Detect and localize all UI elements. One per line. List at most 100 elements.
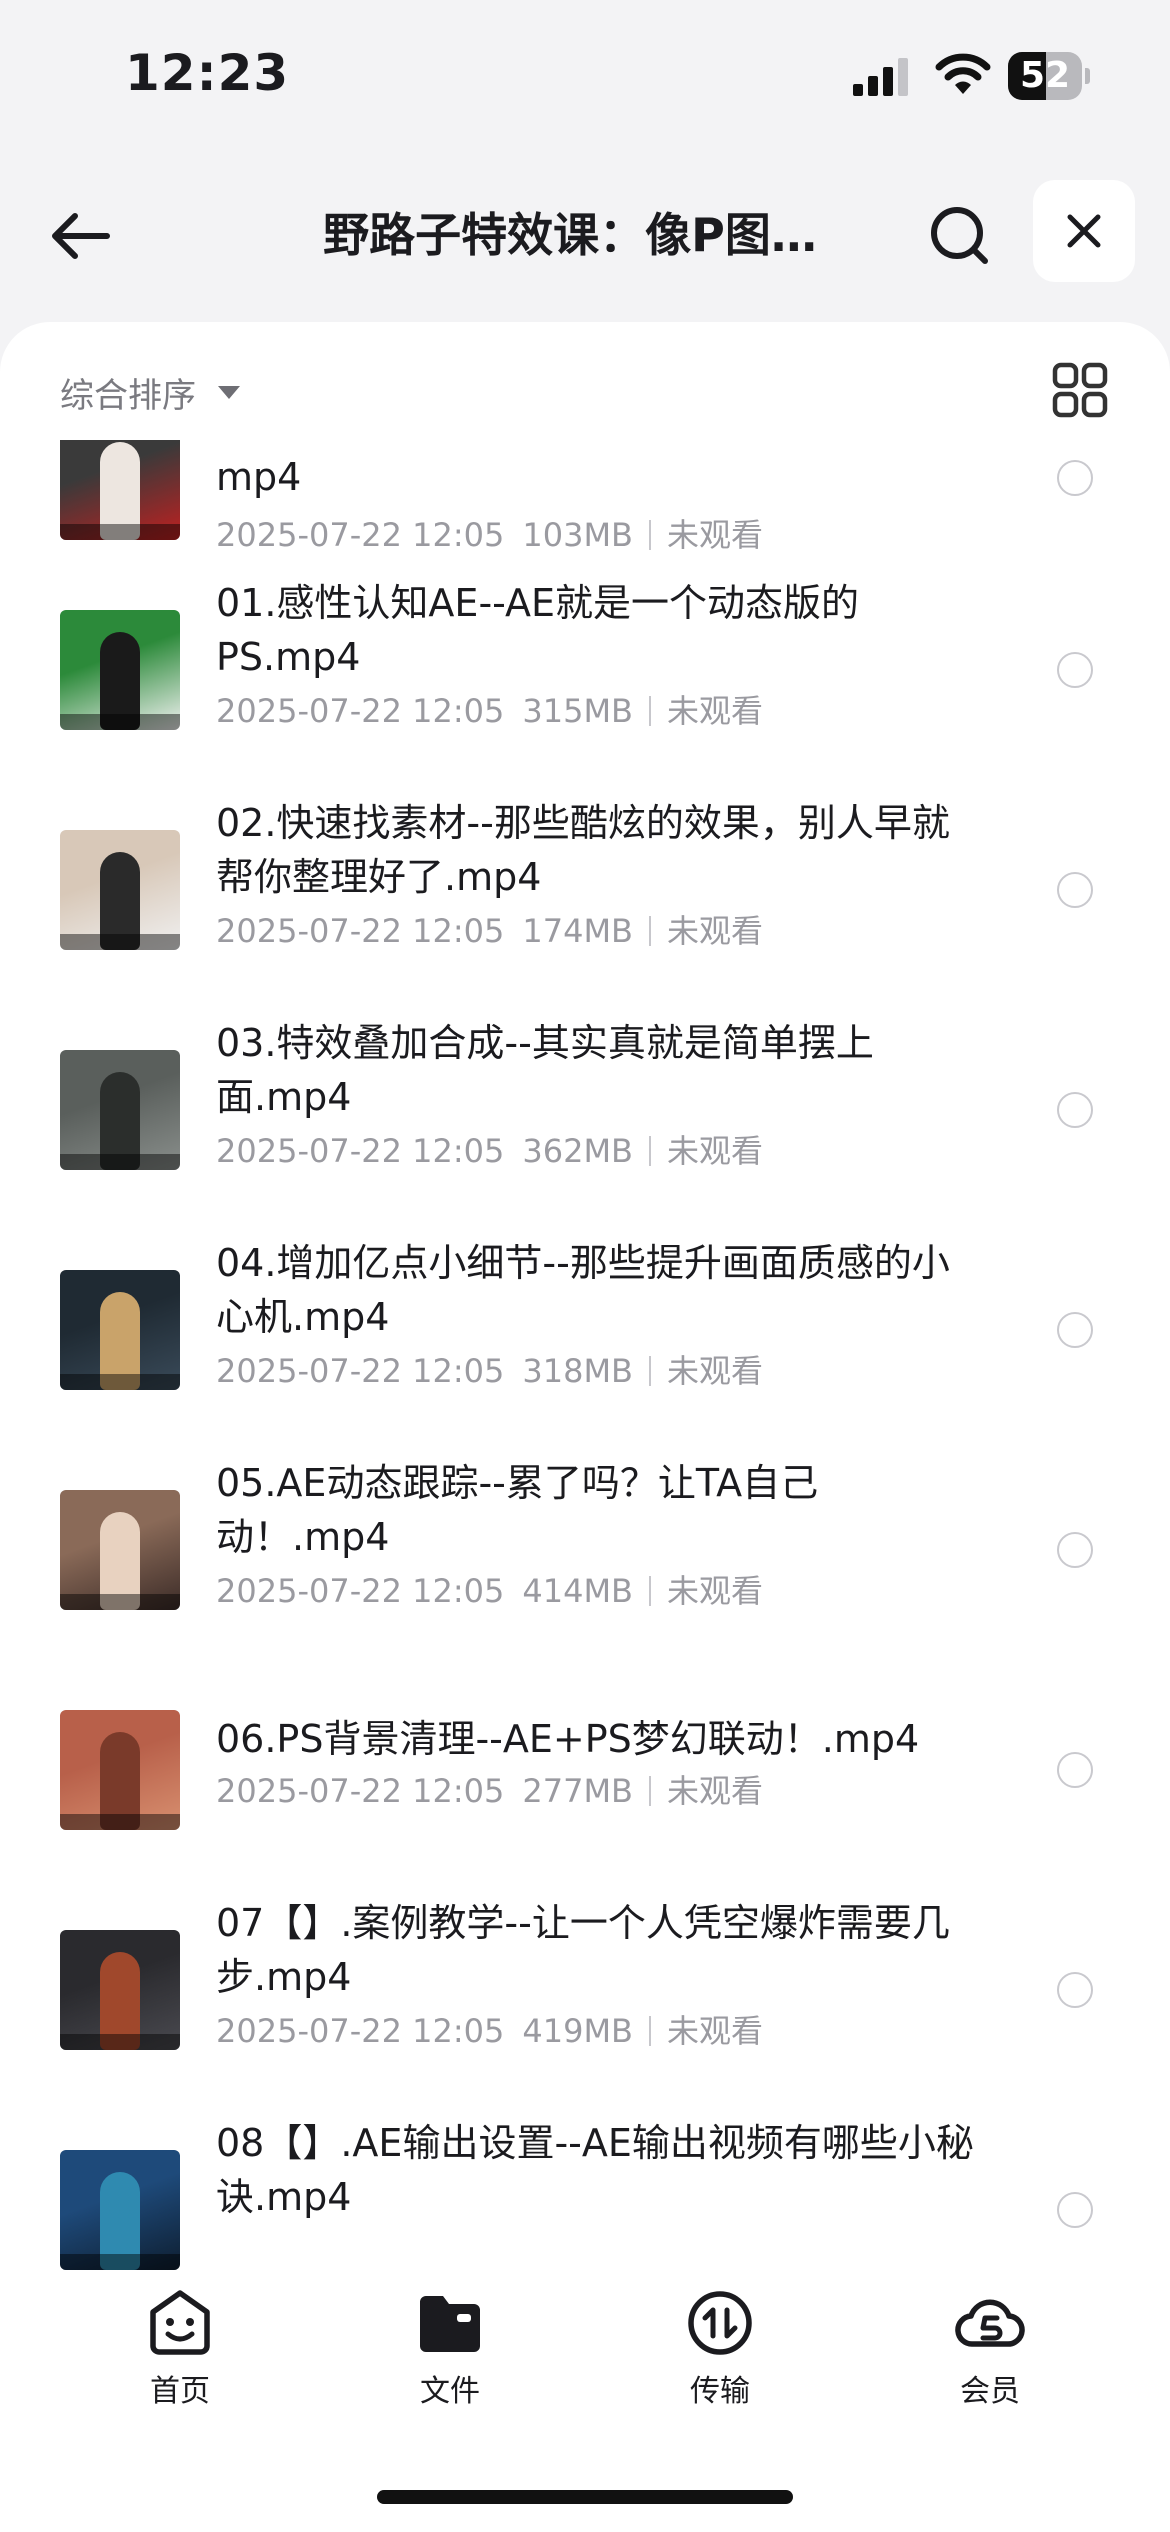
header: 野路子特效课：像P图…	[0, 160, 1170, 310]
tab-transfer[interactable]: 传输	[640, 2288, 800, 2418]
cloud-icon	[955, 2299, 1025, 2347]
file-list: mp4 2025-07-22 12:05 103MB 未观看 01.感性认知AE--AE…	[0, 440, 1170, 2272]
file-meta: 2025-07-22 12:05 277MB 未观看	[216, 1766, 763, 1812]
sort-dropdown[interactable]: 综合排序	[60, 362, 240, 422]
file-date: 2025-07-22 12:05	[216, 1132, 505, 1170]
tab-vip[interactable]: 会员	[910, 2288, 1070, 2418]
file-size: 277MB	[522, 1772, 633, 1810]
file-date: 2025-07-22 12:05	[216, 516, 505, 554]
tab-bar: 首页 文件 传输 会员	[0, 2270, 1170, 2420]
watch-status: 未观看	[667, 1572, 764, 1610]
close-icon	[1067, 214, 1101, 248]
video-thumbnail	[60, 610, 180, 730]
video-thumbnail	[60, 1930, 180, 2050]
file-meta: 2025-07-22 12:05 419MB 未观看	[216, 2006, 763, 2052]
grid-view-icon[interactable]	[1052, 362, 1108, 418]
file-meta: 2025-07-22 12:05 103MB 未观看	[216, 510, 763, 556]
status-time: 12:23	[125, 44, 290, 102]
file-name: 08【】.AE输出设置--AE输出视频有哪些小秘诀.mp4	[216, 2121, 974, 2219]
divider	[649, 520, 651, 550]
file-name: 06.PS背景清理--AE+PS梦幻联动！.mp4	[216, 1717, 920, 1761]
tab-transfer-label: 传输	[690, 2374, 750, 2409]
back-button[interactable]	[40, 196, 120, 276]
list-item[interactable]: 02.快速找素材--那些酷炫的效果，别人早就帮你整理好了.mp4 2025-07-…	[0, 790, 1170, 990]
select-checkbox[interactable]	[1057, 1532, 1093, 1568]
file-size: 318MB	[522, 1352, 633, 1390]
divider	[649, 916, 651, 946]
select-checkbox[interactable]	[1057, 1752, 1093, 1788]
sort-label: 综合排序	[60, 375, 196, 416]
divider	[649, 2016, 651, 2046]
watch-status: 未观看	[667, 1352, 764, 1390]
divider	[649, 1776, 651, 1806]
file-name: mp4	[216, 455, 302, 499]
file-size: 362MB	[522, 1132, 633, 1170]
list-item[interactable]: 03.特效叠加合成--其实真就是简单摆上面.mp4 2025-07-22 12:0…	[0, 1010, 1170, 1210]
file-panel: 综合排序 mp4 2025-07-22 12:05 103MB 未观看 01.感性认知A…	[0, 322, 1170, 2532]
divider	[649, 1356, 651, 1386]
tab-files-label: 文件	[420, 2374, 480, 2409]
select-checkbox[interactable]	[1057, 1972, 1093, 2008]
file-size: 419MB	[522, 2012, 633, 2050]
video-thumbnail	[60, 830, 180, 950]
watch-status: 未观看	[667, 1772, 764, 1810]
arrow-left-icon	[52, 213, 110, 259]
smiley-icon	[150, 2290, 210, 2355]
battery-percent: 52	[1019, 55, 1071, 96]
divider	[649, 696, 651, 726]
video-thumbnail	[60, 1050, 180, 1170]
list-item[interactable]: 01.感性认知AE--AE就是一个动态版的PS.mp4 2025-07-22 12…	[0, 570, 1170, 770]
file-size: 103MB	[522, 516, 633, 554]
folder-icon	[420, 2296, 480, 2352]
search-button[interactable]	[920, 196, 1000, 276]
file-name: 01.感性认知AE--AE就是一个动态版的PS.mp4	[216, 581, 860, 679]
file-meta: 2025-07-22 12:05 414MB 未观看	[216, 1566, 763, 1612]
file-name: 05.AE动态跟踪--累了吗？让TA自己动！.mp4	[216, 1461, 819, 1559]
file-size: 315MB	[522, 692, 633, 730]
select-checkbox[interactable]	[1057, 872, 1093, 908]
wifi-icon	[935, 53, 991, 94]
divider	[649, 1136, 651, 1166]
list-item[interactable]: 08【】.AE输出设置--AE输出视频有哪些小秘诀.mp4	[0, 2110, 1170, 2272]
file-date: 2025-07-22 12:05	[216, 1572, 505, 1610]
file-size: 414MB	[522, 1572, 633, 1610]
transfer-icon	[688, 2291, 752, 2355]
watch-status: 未观看	[667, 692, 764, 730]
file-date: 2025-07-22 12:05	[216, 2012, 505, 2050]
tab-vip-label: 会员	[960, 2374, 1020, 2409]
file-size: 174MB	[522, 912, 633, 950]
list-item[interactable]: 06.PS背景清理--AE+PS梦幻联动！.mp4 2025-07-22 12:0…	[0, 1670, 1170, 1870]
select-checkbox[interactable]	[1057, 1092, 1093, 1128]
file-meta: 2025-07-22 12:05 362MB 未观看	[216, 1126, 763, 1172]
caret-down-icon	[218, 385, 240, 399]
select-checkbox[interactable]	[1057, 1312, 1093, 1348]
select-checkbox[interactable]	[1057, 460, 1093, 496]
home-indicator	[377, 2490, 793, 2504]
file-meta: 2025-07-22 12:05 315MB 未观看	[216, 686, 763, 732]
video-thumbnail	[60, 1490, 180, 1610]
tab-home[interactable]: 首页	[100, 2288, 260, 2418]
file-meta: 2025-07-22 12:05 318MB 未观看	[216, 1346, 763, 1392]
video-thumbnail	[60, 1710, 180, 1830]
watch-status: 未观看	[667, 2012, 764, 2050]
signal-icon	[853, 58, 908, 96]
list-item[interactable]: 04.增加亿点小细节--那些提升画面质感的小心机.mp4 2025-07-22 1…	[0, 1230, 1170, 1430]
list-item[interactable]: mp4 2025-07-22 12:05 103MB 未观看	[0, 440, 1170, 580]
video-thumbnail	[60, 440, 180, 540]
file-date: 2025-07-22 12:05	[216, 1772, 505, 1810]
file-name: 03.特效叠加合成--其实真就是简单摆上面.mp4	[216, 1021, 874, 1119]
list-item[interactable]: 07【】.案例教学--让一个人凭空爆炸需要几步.mp4 2025-07-22 12…	[0, 1890, 1170, 2090]
close-button[interactable]	[1033, 180, 1135, 282]
tab-files[interactable]: 文件	[370, 2288, 530, 2418]
list-item[interactable]: 05.AE动态跟踪--累了吗？让TA自己动！.mp4 2025-07-22 12:…	[0, 1450, 1170, 1650]
watch-status: 未观看	[667, 516, 764, 554]
divider	[649, 1576, 651, 1606]
search-icon	[931, 207, 988, 264]
file-name: 07【】.案例教学--让一个人凭空爆炸需要几步.mp4	[216, 1901, 950, 1999]
select-checkbox[interactable]	[1057, 2192, 1093, 2228]
select-checkbox[interactable]	[1057, 652, 1093, 688]
watch-status: 未观看	[667, 1132, 764, 1170]
video-thumbnail	[60, 1270, 180, 1390]
video-thumbnail	[60, 2150, 180, 2270]
file-name: 02.快速找素材--那些酷炫的效果，别人早就帮你整理好了.mp4	[216, 801, 950, 899]
